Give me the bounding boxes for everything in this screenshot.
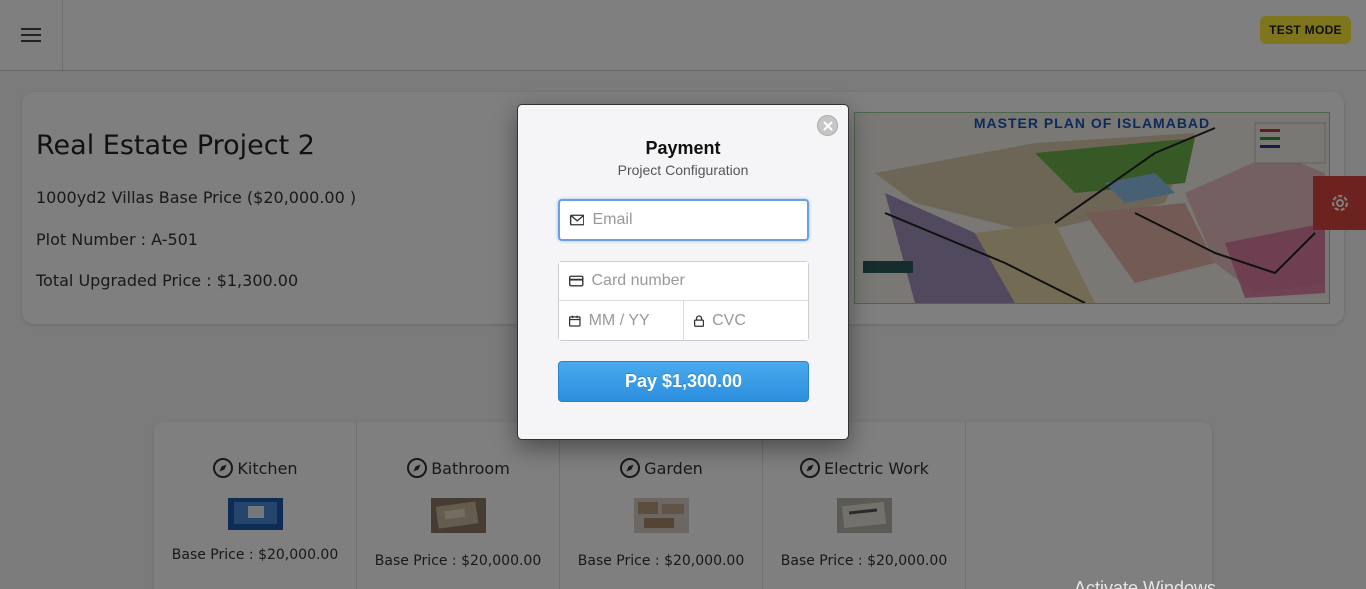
cvc-field-wrapper [684,301,808,340]
expiry-field-wrapper [559,301,684,340]
envelope-icon [570,214,585,226]
payment-modal: Payment Project Configuration Pay $1,300… [517,104,849,440]
modal-subtitle: Project Configuration [617,162,749,178]
activate-windows-watermark: Activate Windows [1074,578,1217,589]
email-field-wrapper [558,199,809,241]
close-icon [822,120,833,131]
lock-icon [694,314,705,327]
card-details-group [558,261,809,341]
cvc-input[interactable] [712,311,808,330]
pay-button[interactable]: Pay $1,300.00 [558,361,809,402]
calendar-icon [569,315,581,327]
modal-title: Payment [645,138,721,158]
expiry-input[interactable] [588,311,683,330]
card-number-field-wrapper [559,262,808,301]
email-input[interactable] [592,211,807,229]
close-button[interactable] [817,115,838,136]
credit-card-icon [569,275,584,287]
card-number-input[interactable] [591,272,808,290]
